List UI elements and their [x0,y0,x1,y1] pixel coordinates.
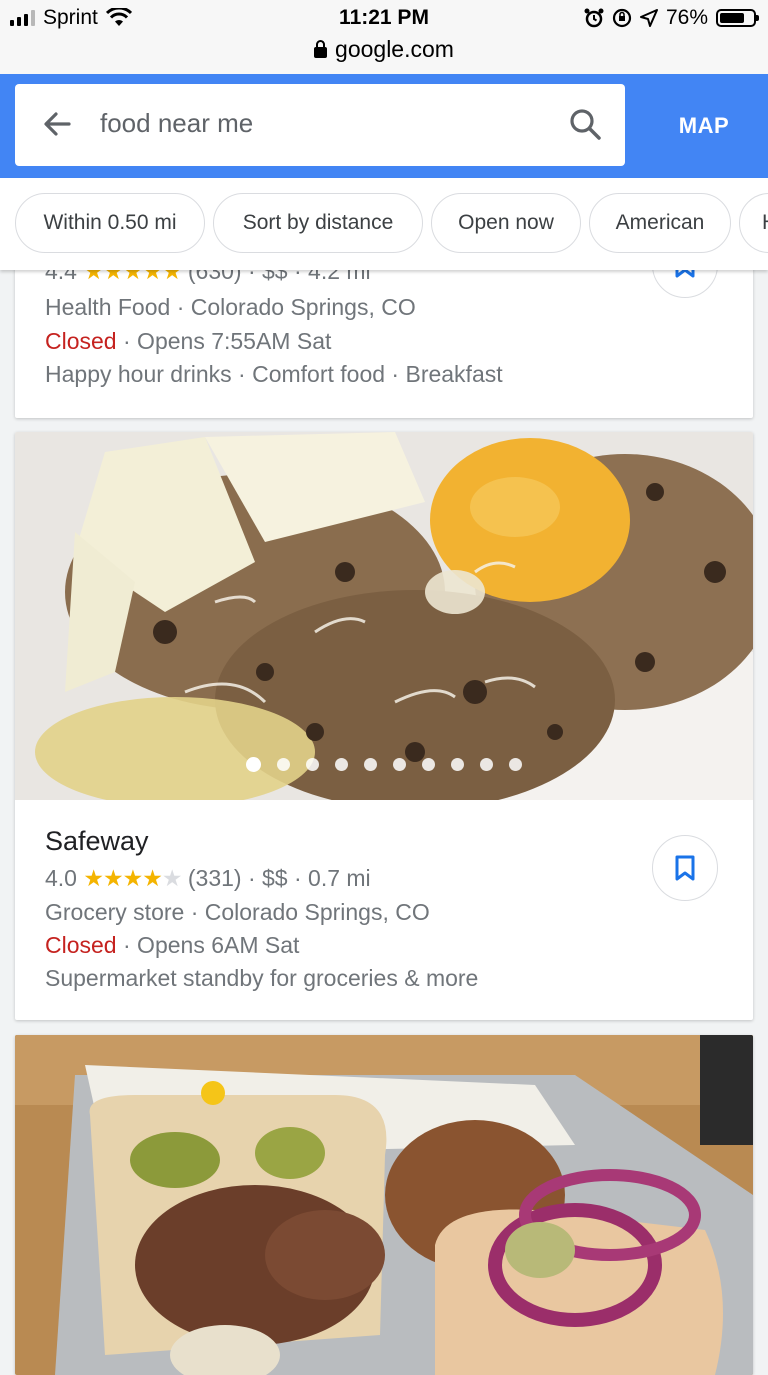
search-input[interactable]: food near me [100,108,253,139]
orientation-lock-icon [612,8,632,28]
status-closed: Closed [45,328,117,354]
map-button[interactable]: MAP [640,74,768,178]
save-button[interactable] [652,835,718,901]
pager-dot[interactable] [246,757,261,772]
pager-dot[interactable] [451,758,464,771]
chip-more[interactable]: H [739,193,768,253]
back-arrow-icon[interactable] [39,106,75,142]
hours-line: Closed · Opens 6AM Sat [45,932,299,959]
bookmark-icon [675,855,695,881]
pager-dot[interactable] [509,758,522,771]
star-rating: ★★★★★ [83,865,182,891]
description-line: Happy hour drinks · Comfort food · Break… [45,361,503,387]
pager-dot[interactable] [393,758,406,771]
chip-distance[interactable]: Within 0.50 mi [15,193,205,253]
search-icon[interactable] [567,106,603,142]
pager-dot[interactable] [277,758,290,771]
pager-dot[interactable] [422,758,435,771]
category-line: Grocery store · Colorado Springs, CO [45,899,430,925]
battery-percent: 76% [665,6,708,29]
result-card[interactable] [15,1035,753,1375]
food-photo[interactable] [15,432,753,800]
pager-dot[interactable] [480,758,493,771]
rating-line: 4.0 ★★★★★ (331) · $$ · 0.7 mi [45,865,371,892]
filter-chips: Within 0.50 mi Sort by distance Open now… [0,178,768,270]
food-photo[interactable] [15,1035,753,1375]
photo-pager[interactable] [15,757,753,772]
pager-dot[interactable] [335,758,348,771]
opens-time: · Opens 6AM Sat [116,932,300,958]
alarm-icon [584,8,604,28]
url-display[interactable]: google.com [0,36,768,63]
result-card-safeway[interactable]: Safeway 4.0 ★★★★★ (331) · $$ · 0.7 mi Gr… [15,432,753,1020]
place-name[interactable]: Safeway [45,826,149,857]
search-header: food near me MAP [0,74,768,178]
pager-dot[interactable] [306,758,319,771]
search-box[interactable]: food near me [15,84,625,166]
status-bar: Sprint 11:21 PM 76% google.com [0,0,768,74]
rating-value: 4.0 [45,865,77,891]
category-line: Health Food · Colorado Springs, CO [45,294,416,320]
chip-open-now[interactable]: Open now [431,193,581,253]
chip-sort[interactable]: Sort by distance [213,193,423,253]
lock-icon [314,40,328,58]
url-text: google.com [335,36,454,62]
battery-icon [716,9,759,27]
status-icons: 76% [584,6,759,30]
rating-details: (331) · $$ · 0.7 mi [187,865,371,891]
description-line: Supermarket standby for groceries & more [45,965,479,991]
hours-line: Closed · Opens 7:55AM Sat [45,328,331,355]
opens-time: · Opens 7:55AM Sat [116,328,332,354]
pager-dot[interactable] [364,758,377,771]
status-closed: Closed [45,932,117,958]
location-arrow-icon [639,9,658,27]
chip-american[interactable]: American [589,193,731,253]
